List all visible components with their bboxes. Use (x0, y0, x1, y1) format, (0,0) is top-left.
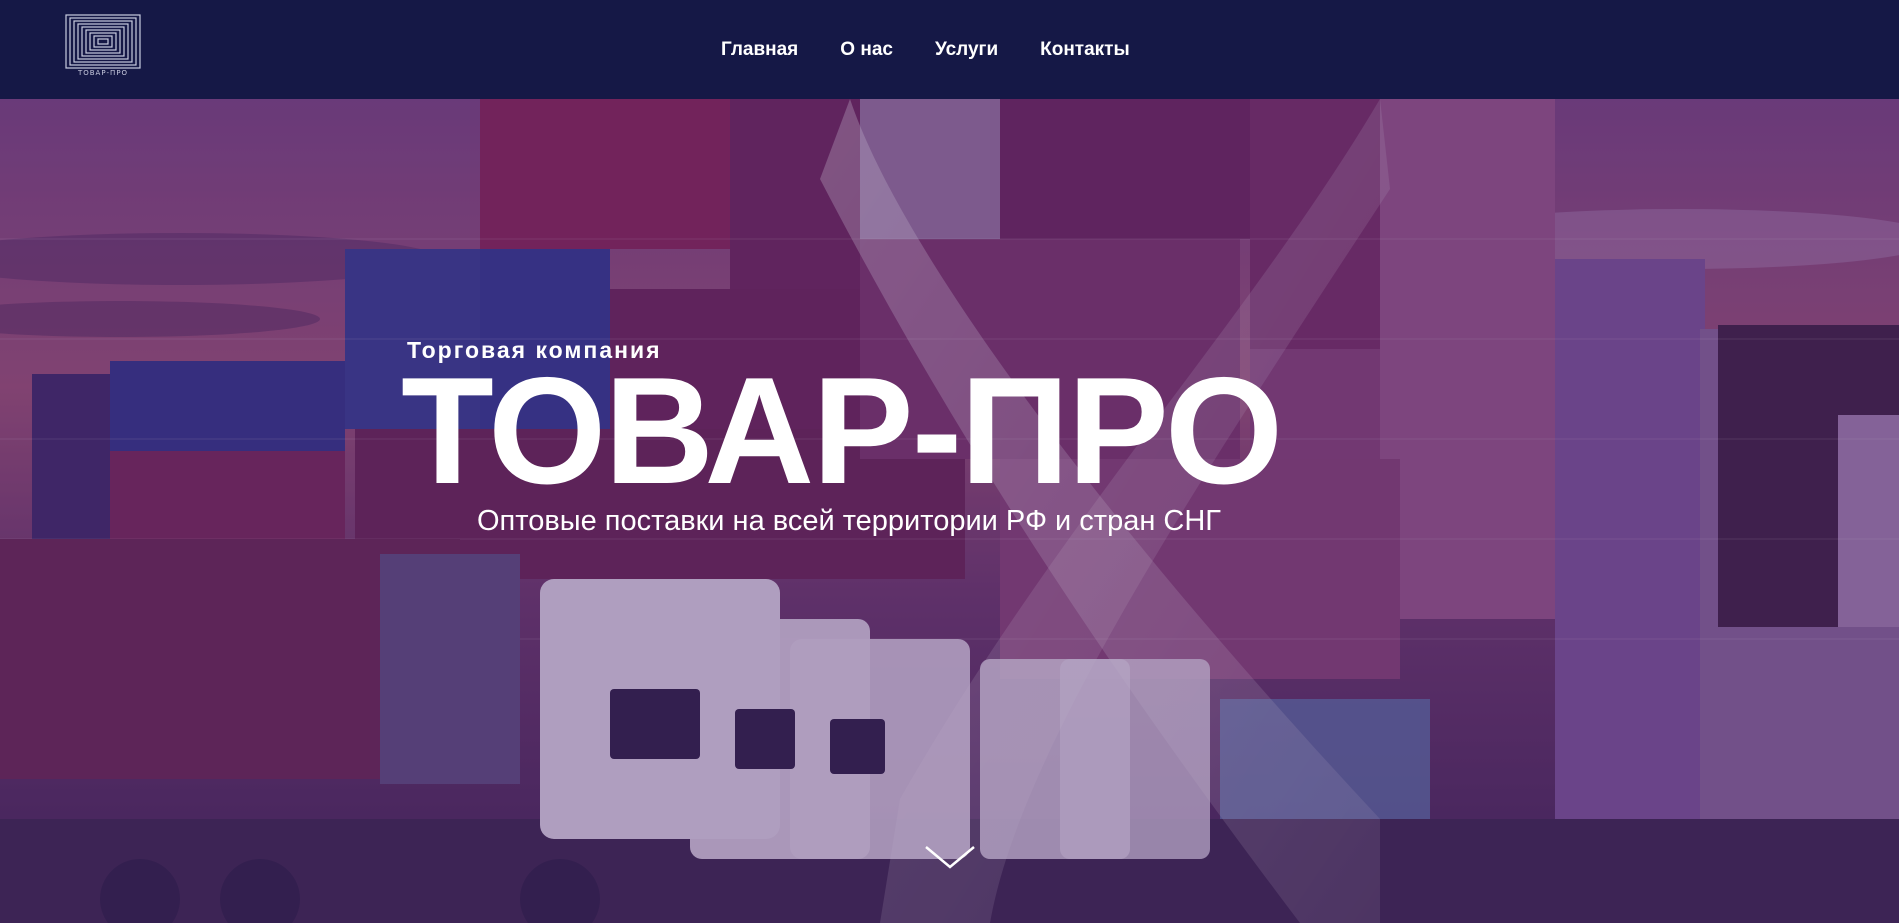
logo-text: ТОВАР-ПРО (77, 69, 129, 77)
logo[interactable]: ТОВАР-ПРО (64, 14, 142, 82)
chevron-down-icon (925, 846, 975, 869)
main-nav: Главная О нас Услуги Контакты (700, 0, 1151, 99)
hero-section: Торговая компания ТОВАР-ПРО Оптовые пост… (0, 99, 1899, 923)
nav-item-about[interactable]: О нас (840, 39, 893, 61)
nav-item-services[interactable]: Услуги (935, 39, 998, 61)
nav-item-home[interactable]: Главная (721, 39, 798, 61)
scroll-down-button[interactable] (922, 841, 978, 873)
nav-item-contacts[interactable]: Контакты (1040, 39, 1130, 61)
hero-title: ТОВАР-ПРО (401, 346, 1283, 516)
site-header: ТОВАР-ПРО Главная О нас Услуги Контакты (0, 0, 1899, 99)
page: ТОВАР-ПРО Главная О нас Услуги Контакты (0, 0, 1899, 923)
concentric-squares-logo-icon (65, 14, 141, 69)
hero-subtitle: Оптовые поставки на всей территории РФ и… (477, 505, 1222, 537)
